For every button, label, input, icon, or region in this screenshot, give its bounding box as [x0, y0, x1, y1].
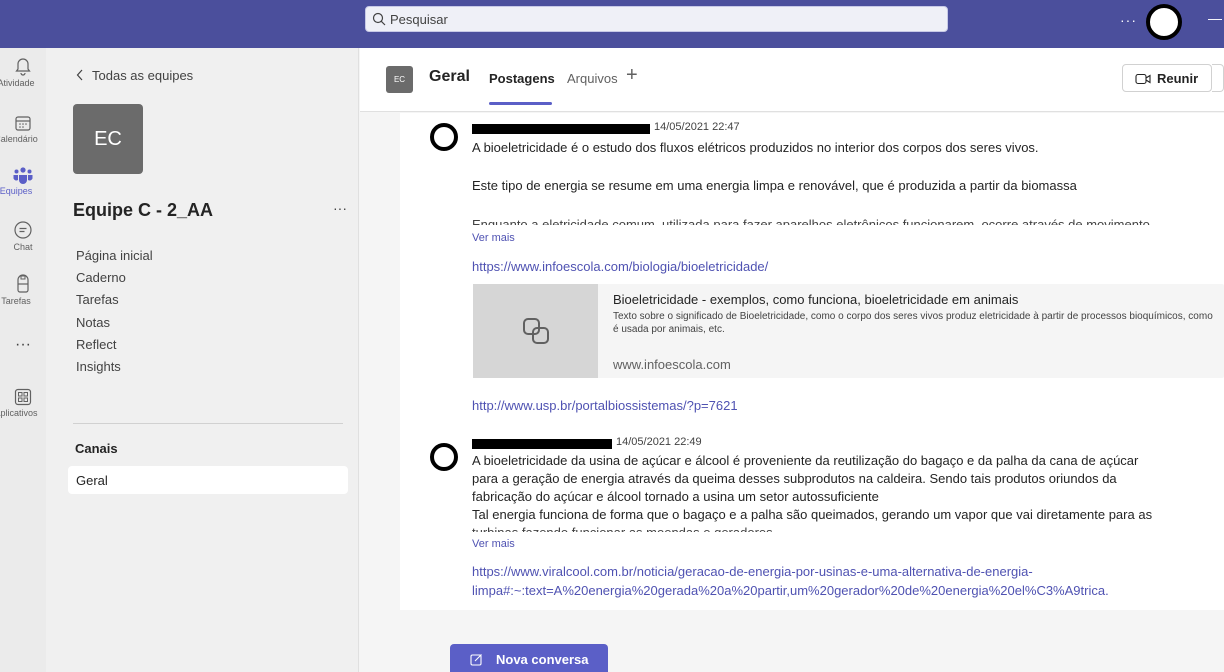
- more-icon: ···: [15, 336, 31, 353]
- author-avatar[interactable]: [430, 123, 458, 151]
- meet-dropdown-button[interactable]: [1212, 64, 1224, 92]
- link-preview-thumbnail: [473, 284, 598, 378]
- team-menu-item[interactable]: Insights: [76, 359, 153, 381]
- rail-label: Aplicativos: [0, 408, 38, 418]
- video-camera-icon: [1135, 73, 1151, 85]
- posts-feed[interactable]: 14/05/2021 22:47 A bioeletricidade é o e…: [400, 113, 1224, 610]
- post-text-line: A bioeletricidade da usina de açúcar e á…: [472, 453, 1139, 468]
- post-link[interactable]: https://www.viralcool.com.br/noticia/ger…: [472, 564, 1033, 579]
- calendar-icon: [15, 116, 31, 131]
- post-link[interactable]: https://www.infoescola.com/biologia/bioe…: [472, 259, 768, 274]
- tab-posts[interactable]: Postagens: [489, 71, 555, 86]
- team-menu-item[interactable]: Notas: [76, 315, 153, 337]
- rail-label: Equipes: [0, 186, 33, 196]
- post-text-line: para a geração de energia através da que…: [472, 471, 1117, 486]
- link-preview-description: Texto sobre o significado de Bioeletrici…: [613, 311, 1213, 335]
- back-to-all-teams-link[interactable]: Todas as equipes: [76, 68, 193, 83]
- meet-button[interactable]: Reunir: [1122, 64, 1212, 92]
- channels-heading: Canais: [75, 441, 118, 456]
- team-more-button[interactable]: ···: [333, 200, 347, 216]
- team-menu-item[interactable]: Tarefas: [76, 292, 153, 314]
- title-bar: chevron-right-icon ··· —: [0, 0, 1224, 48]
- chat-icon: [14, 221, 32, 239]
- post-link[interactable]: limpa#:~:text=A%20energia%20gerada%20a%2…: [472, 583, 1109, 598]
- channel-header: EC Geral Postagens Arquivos + Reunir: [360, 48, 1224, 112]
- compose-icon: [470, 654, 482, 666]
- user-avatar[interactable]: [1146, 4, 1182, 40]
- link-preview-card[interactable]: Bioeletricidade - exemplos, como funcion…: [473, 284, 1224, 378]
- search-box[interactable]: [365, 6, 948, 32]
- rail-item-activity[interactable]: Atividade: [0, 56, 46, 106]
- new-conversation-button[interactable]: Nova conversa: [450, 644, 608, 672]
- rail-item-calendar[interactable]: Calendário: [0, 114, 46, 164]
- app-rail: Atividade Calendário Equipes Chat Tarefa…: [0, 48, 46, 672]
- team-menu-item[interactable]: Reflect: [76, 337, 153, 359]
- search-icon: [372, 12, 386, 26]
- team-menu-item[interactable]: Caderno: [76, 270, 153, 292]
- team-menu: Página inicial Caderno Tarefas Notas Ref…: [76, 248, 153, 381]
- see-more-link[interactable]: Ver mais: [472, 232, 515, 244]
- bell-icon: [15, 58, 31, 76]
- rail-label: Tarefas: [1, 296, 31, 306]
- team-panel: Todas as equipes EC Equipe C - 2_AA ··· …: [46, 48, 359, 672]
- divider: [73, 423, 343, 424]
- link-preview-title[interactable]: Bioeletricidade - exemplos, como funcion…: [613, 292, 1018, 307]
- redacted-author-name: [472, 439, 612, 449]
- apps-icon: [14, 388, 32, 406]
- channel-view: EC Geral Postagens Arquivos + Reunir 14/…: [360, 48, 1224, 672]
- rail-more-apps-button[interactable]: ···: [0, 336, 46, 386]
- post-link[interactable]: http://www.usp.br/portalbiossistemas/?p=…: [472, 398, 738, 413]
- tasks-icon: [17, 274, 29, 293]
- teams-icon: [13, 167, 33, 184]
- post-text-line: A bioeletricidade é o estudo dos fluxos …: [472, 140, 1039, 155]
- redacted-author-name: [472, 124, 650, 134]
- tab-files[interactable]: Arquivos: [567, 71, 618, 86]
- link-preview-site: www.infoescola.com: [613, 357, 731, 372]
- rail-label: Atividade: [0, 78, 35, 88]
- post-text-line-truncated: turbinas fazendo funcionar as moendas e …: [472, 524, 1222, 532]
- search-input[interactable]: [390, 9, 930, 29]
- post-text-line: Este tipo de energia se resume em uma en…: [472, 178, 1077, 193]
- post-text-line: fabricação do açúcar e álcool tornado a …: [472, 489, 879, 504]
- chevron-left-icon: [76, 69, 83, 81]
- teams-window: chevron-right-icon ··· — Atividade Calen…: [0, 0, 1224, 672]
- more-options-button[interactable]: ···: [1120, 12, 1137, 28]
- author-avatar[interactable]: [430, 443, 458, 471]
- meet-label: Reunir: [1157, 71, 1199, 86]
- see-more-link[interactable]: Ver mais: [472, 538, 515, 550]
- channel-item-geral[interactable]: Geral: [68, 466, 348, 494]
- add-tab-button[interactable]: +: [626, 64, 638, 87]
- back-label: Todas as equipes: [92, 68, 194, 83]
- team-avatar: EC: [73, 104, 143, 174]
- rail-label: Calendário: [0, 134, 38, 144]
- rail-label: Chat: [13, 242, 33, 252]
- rail-item-tasks[interactable]: Tarefas: [0, 274, 46, 324]
- active-tab-indicator: [489, 102, 552, 105]
- link-icon: [522, 318, 549, 344]
- new-conversation-label: Nova conversa: [496, 652, 589, 667]
- post-timestamp: 14/05/2021 22:47: [654, 121, 740, 133]
- rail-item-chat[interactable]: Chat: [0, 220, 46, 270]
- rail-item-apps[interactable]: Aplicativos: [0, 388, 46, 438]
- team-menu-item[interactable]: Página inicial: [76, 248, 153, 270]
- post-text-line-truncated: Enquanto a eletricidade comum, utilizada…: [472, 217, 1150, 225]
- channel-avatar: EC: [386, 66, 413, 93]
- post-timestamp: 14/05/2021 22:49: [616, 436, 702, 448]
- team-name: Equipe C - 2_AA: [73, 200, 214, 220]
- post-text-line: Tal energia funciona de forma que o baga…: [472, 507, 1153, 522]
- channel-title: Geral: [429, 68, 470, 85]
- rail-item-teams[interactable]: Equipes: [0, 166, 46, 216]
- minimize-button[interactable]: —: [1208, 10, 1222, 26]
